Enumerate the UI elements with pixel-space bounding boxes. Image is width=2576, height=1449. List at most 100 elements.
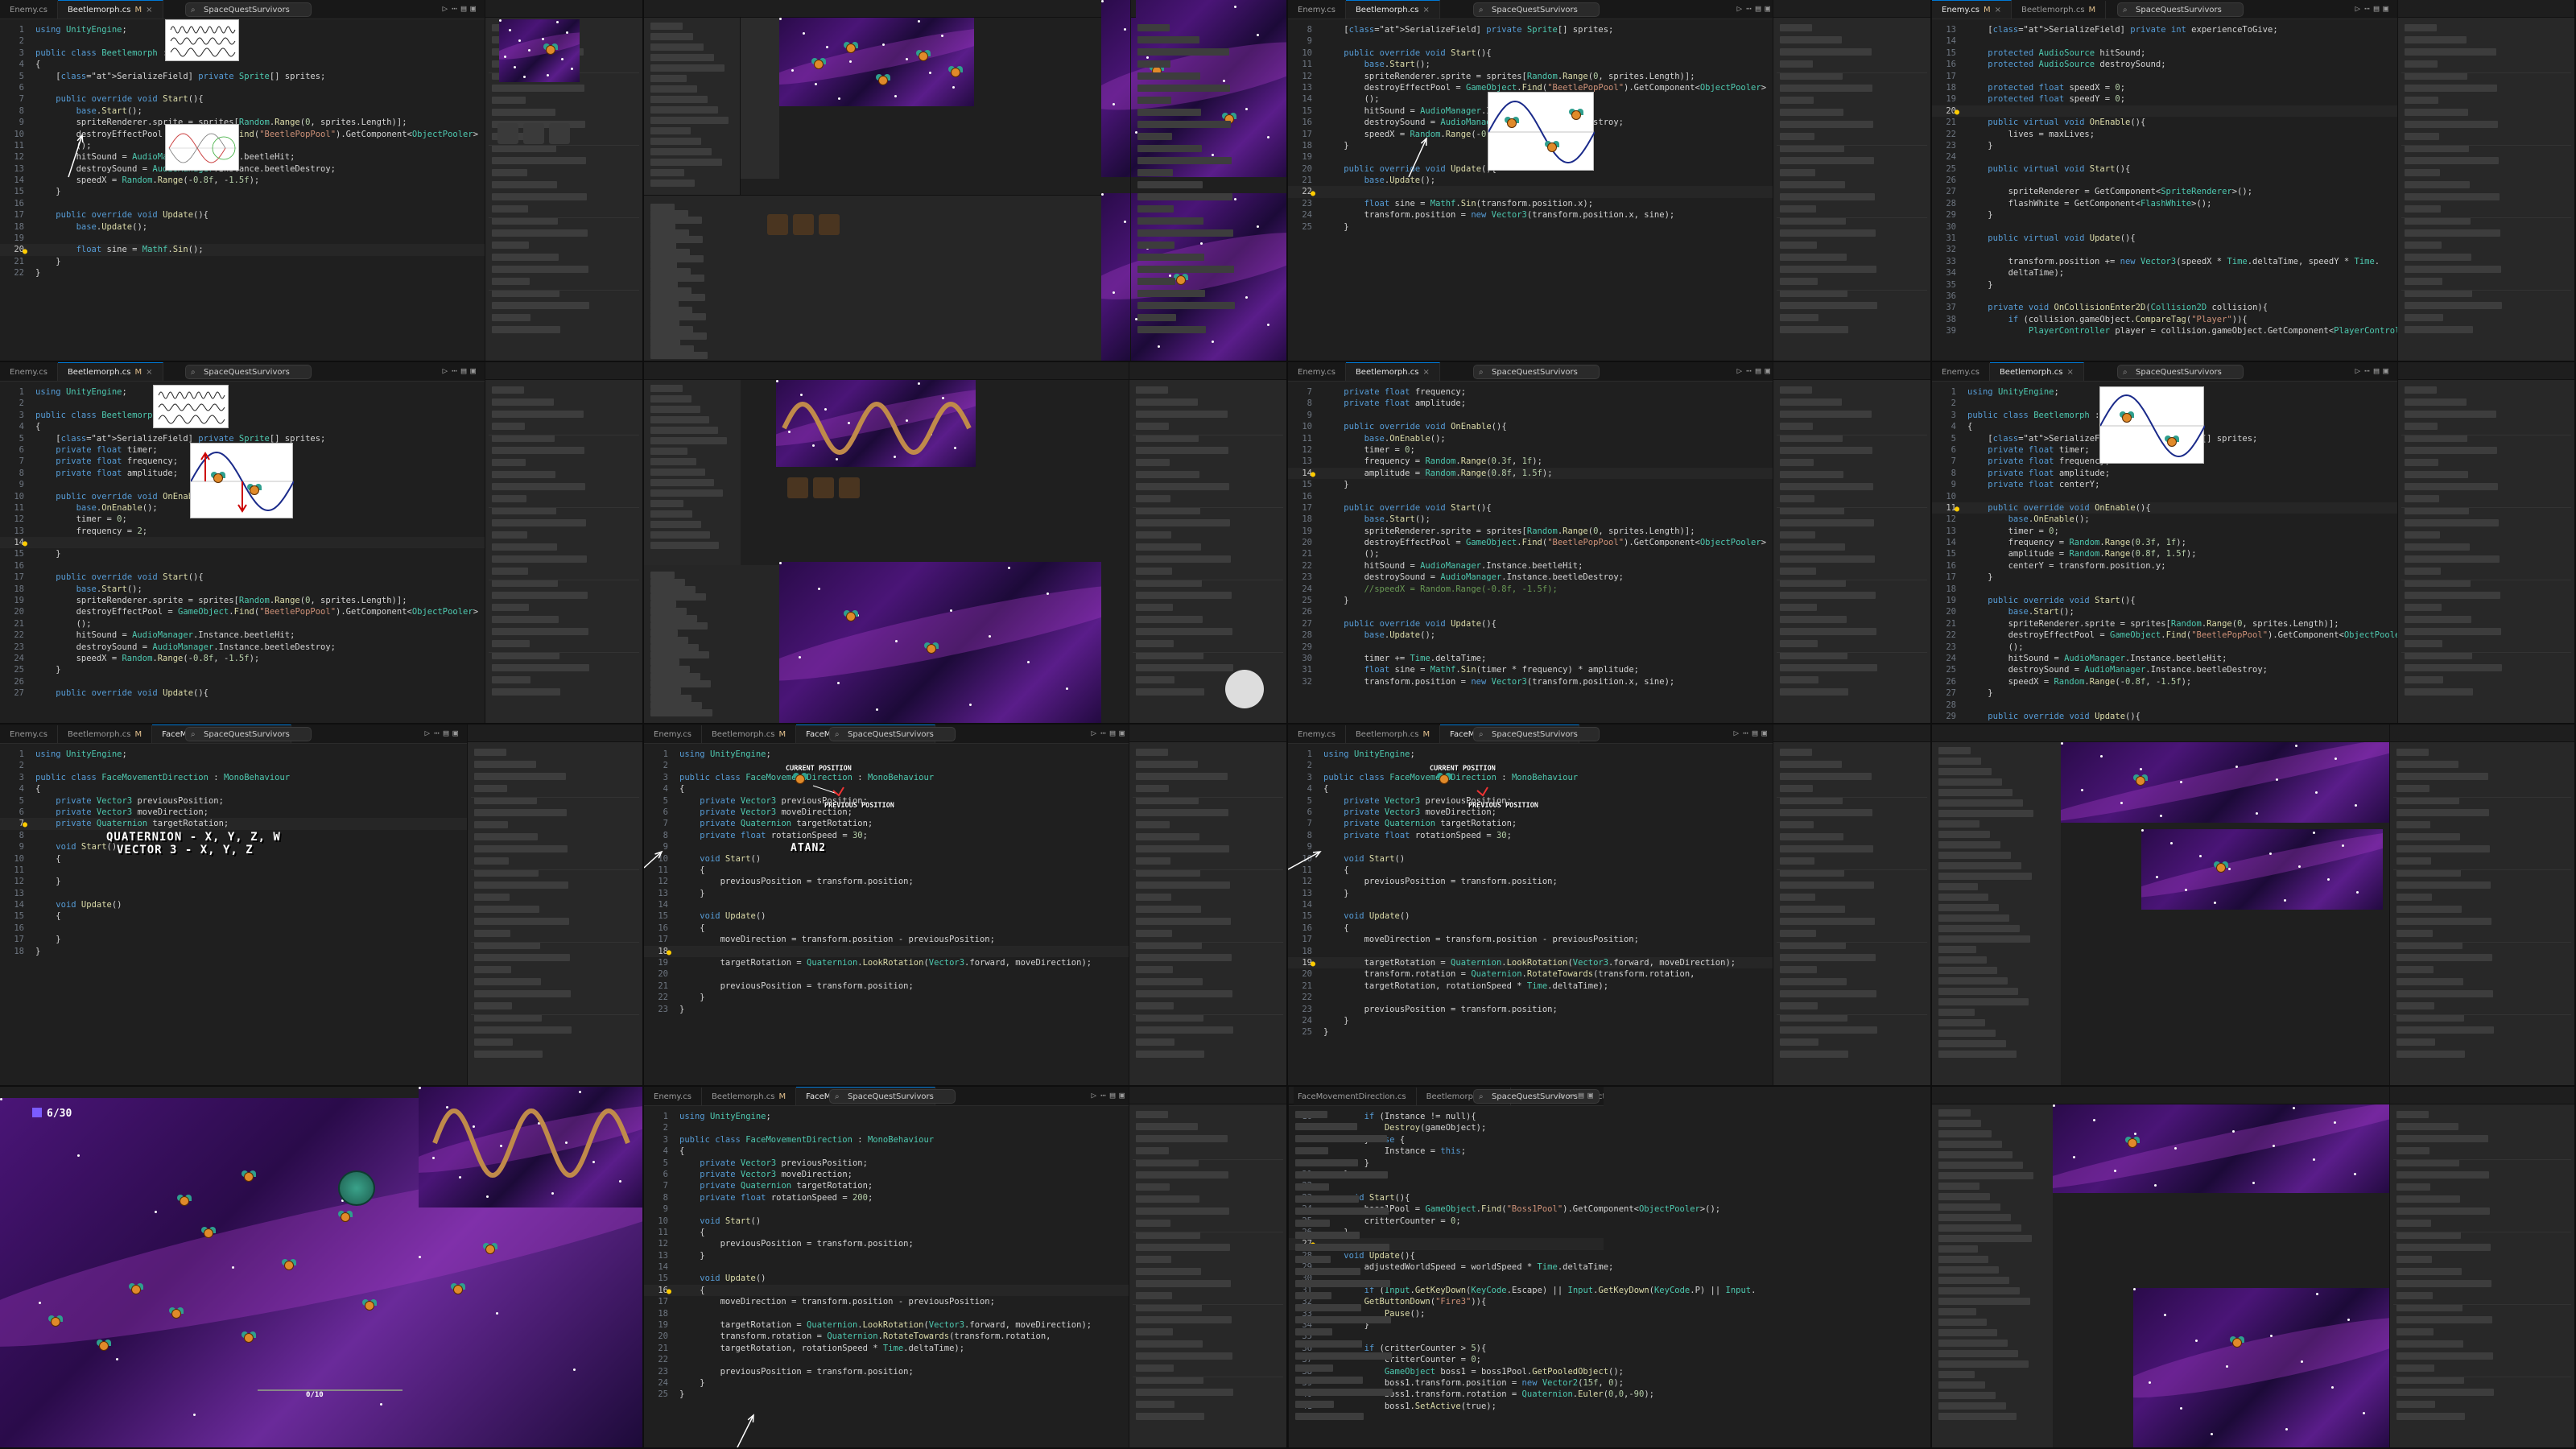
code-line[interactable]: 18 base.Start(); [0, 584, 486, 595]
inspector-field[interactable] [492, 411, 584, 418]
editor-tab[interactable]: FaceMovementDirection.cs [1288, 1088, 1417, 1105]
hierarchy-item[interactable] [1938, 1214, 2011, 1221]
code-line[interactable]: 13 [class="at">SerializeField] private i… [1932, 24, 2399, 35]
project-folder[interactable] [650, 579, 685, 586]
inspector-field[interactable] [2396, 966, 2434, 973]
code-line[interactable]: 18 [1932, 584, 2399, 595]
hierarchy-item[interactable] [650, 510, 692, 518]
hierarchy-item[interactable] [1938, 1371, 1975, 1378]
code-line[interactable]: 9 private float centerY; [1932, 479, 2399, 490]
inspector-field[interactable] [474, 857, 509, 865]
code-line[interactable]: 15 protected AudioSource hitSound; [1932, 47, 2399, 59]
inspector-field[interactable] [1136, 543, 1201, 551]
code-line[interactable]: 13 frequency = 2; [0, 526, 486, 537]
inspector-field[interactable] [1136, 398, 1198, 406]
inspector-field[interactable] [2405, 85, 2497, 92]
inspector-field[interactable] [2405, 531, 2440, 539]
inspector-field[interactable] [1137, 145, 1202, 152]
code-line[interactable]: 20 [1932, 105, 2399, 118]
inspector-field[interactable] [2405, 217, 2471, 225]
inspector-field[interactable] [2396, 845, 2490, 852]
inspector-field[interactable] [2405, 242, 2442, 249]
inspector-field[interactable] [1137, 36, 1199, 43]
hierarchy-item[interactable] [650, 458, 696, 465]
hierarchy-item[interactable] [1938, 1019, 1985, 1026]
code-line[interactable]: 39 PlayerController player = collision.g… [1932, 325, 2420, 336]
code-line[interactable]: 12 } [0, 876, 469, 887]
inspector-field[interactable] [474, 966, 511, 973]
hierarchy-item[interactable] [1938, 935, 2030, 943]
code-line[interactable]: 36 [1932, 291, 2399, 302]
inspector-field[interactable] [1295, 1159, 1358, 1166]
inspector-field[interactable] [1780, 507, 1844, 514]
inspector-field[interactable] [2396, 1389, 2494, 1396]
close-tab-icon[interactable]: × [2067, 368, 2074, 377]
inspector-field[interactable] [2405, 133, 2439, 140]
code-line[interactable]: 3public class Beetlemorph : Enemy [0, 410, 486, 421]
inspector-field[interactable] [2405, 278, 2442, 285]
inspector-field[interactable] [492, 447, 584, 454]
project-folder[interactable] [650, 666, 690, 673]
code-line[interactable]: 22 destroyEffectPool = GameObject.Find("… [1932, 630, 2410, 641]
code-line[interactable]: 29 [1288, 642, 1781, 653]
inspector-field[interactable] [474, 881, 568, 889]
code-line[interactable]: 11 [0, 865, 469, 876]
code-line[interactable]: 1 using UnityEngine; [0, 749, 469, 760]
code-line[interactable]: 16 [1288, 491, 1781, 502]
inspector-field[interactable] [2405, 664, 2502, 671]
editor-tab[interactable]: Beetlemorph.cs M × [57, 362, 163, 381]
code-line[interactable]: 16 [0, 560, 486, 572]
inspector-field[interactable] [1780, 543, 1845, 551]
inspector-field[interactable] [2396, 1316, 2492, 1323]
inspector-field[interactable] [474, 845, 568, 852]
code-line[interactable]: 22 lives = maxLives; [1932, 129, 2399, 140]
hierarchy-item[interactable] [1938, 946, 1976, 953]
asset-thumbnail[interactable] [767, 214, 788, 235]
inspector-field[interactable] [2396, 1220, 2431, 1227]
code-line[interactable]: 27 spriteRenderer = GetComponent<SpriteR… [1932, 186, 2399, 197]
hierarchy-item[interactable] [1938, 1030, 1996, 1037]
inspector-field[interactable] [492, 495, 526, 502]
inspector-field[interactable] [1780, 531, 1815, 539]
code-line[interactable]: 26 speedX = Random.Range(-0.8f, -1.5f); [1932, 676, 2399, 687]
code-line[interactable]: 27 public override void Update(){ [1288, 618, 1781, 630]
inspector-field[interactable] [492, 688, 560, 696]
inspector-field[interactable] [2405, 592, 2500, 599]
inspector-field[interactable] [474, 942, 540, 949]
inspector-field[interactable] [2396, 833, 2460, 840]
inspector-field[interactable] [1295, 1183, 1329, 1191]
inspector-field[interactable] [2405, 169, 2440, 176]
inspector-field[interactable] [2405, 580, 2471, 587]
inspector-field[interactable] [2396, 1051, 2465, 1058]
code-line[interactable]: 27 } [1932, 687, 2399, 699]
code-line[interactable]: 16 [0, 923, 469, 934]
inspector-field[interactable] [1780, 411, 1872, 418]
inspector-field[interactable] [1137, 205, 1174, 213]
project-folder[interactable] [650, 644, 699, 651]
inspector-field[interactable] [1295, 1316, 1391, 1323]
inspector-field[interactable] [1136, 568, 1172, 575]
code-line[interactable]: 25 } [0, 664, 486, 675]
inspector-field[interactable] [1780, 676, 1818, 683]
hierarchy-item[interactable] [1938, 1172, 2033, 1179]
code-line[interactable]: 15 } [0, 548, 486, 559]
code-line[interactable]: 14 frequency = Random.Range(0.3f, 1f); [1932, 537, 2399, 548]
inspector-field[interactable] [2405, 435, 2467, 442]
inspector-field[interactable] [1136, 411, 1228, 418]
inspector-field[interactable] [1136, 471, 1199, 478]
inspector-field[interactable] [474, 797, 537, 804]
code-line[interactable]: 13 frequency = Random.Range(0.3f, 1f); [1288, 456, 1781, 467]
code-line[interactable]: 24 [1932, 151, 2399, 163]
inspector-field[interactable] [2405, 24, 2437, 31]
code-line[interactable]: 14 void Update() [0, 899, 469, 910]
hierarchy-item[interactable] [1938, 1287, 2020, 1294]
inspector-field[interactable] [1136, 507, 1200, 514]
inspector-field[interactable] [474, 906, 539, 913]
hierarchy-item[interactable] [650, 500, 683, 507]
code-line[interactable]: 21 public virtual void OnEnable(){ [1932, 117, 2399, 128]
code-line[interactable]: 32 transform.position = new Vector3(tran… [1288, 676, 1781, 687]
hierarchy-item[interactable] [650, 64, 724, 72]
asset-thumbnail[interactable] [813, 477, 834, 498]
code-line[interactable]: 29 public override void Update(){ [1932, 711, 2399, 722]
code-line[interactable]: 13 [0, 888, 469, 899]
